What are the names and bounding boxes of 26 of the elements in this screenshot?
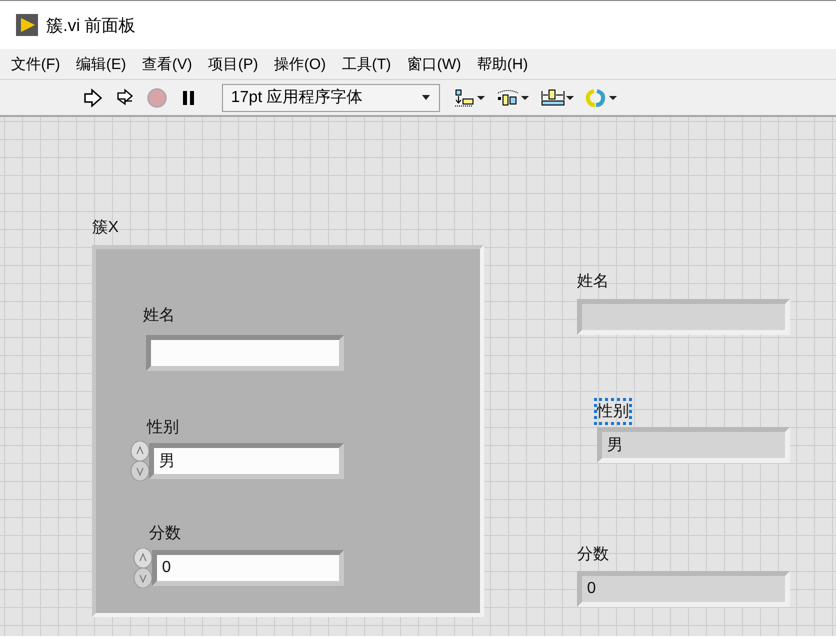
- text-field[interactable]: [146, 335, 344, 371]
- indicator-label: 分数: [576, 545, 610, 565]
- menu-item[interactable]: 帮助(H): [469, 54, 536, 74]
- menu-item[interactable]: 工具(T): [334, 54, 399, 74]
- control-label: 分数: [149, 524, 181, 544]
- font-dropdown[interactable]: 17pt 应用程序字体: [222, 84, 440, 112]
- control-label: 性别: [147, 418, 179, 438]
- indicator-field[interactable]: 男: [597, 427, 790, 463]
- stepper-control[interactable]: [130, 441, 150, 481]
- indicator-field[interactable]: 0: [577, 571, 790, 607]
- menu-item[interactable]: 文件(F): [3, 54, 68, 74]
- cluster-label: 簇X: [92, 218, 119, 238]
- menu-item[interactable]: 操作(O): [266, 54, 334, 74]
- indicator-label: 姓名: [576, 272, 610, 292]
- caret-icon: [421, 94, 431, 100]
- control-label: 姓名: [143, 306, 175, 326]
- ring-field[interactable]: 男: [149, 443, 344, 479]
- window-title: 簇.vi 前面板: [46, 14, 136, 36]
- menu-item[interactable]: 项目(P): [200, 54, 266, 74]
- indicator-field[interactable]: [577, 299, 790, 335]
- app-icon: [16, 14, 38, 36]
- menu-item[interactable]: 窗口(W): [398, 54, 470, 74]
- menu-item[interactable]: 查看(V): [134, 54, 200, 74]
- numeric-field[interactable]: 0: [152, 550, 344, 586]
- menu-item[interactable]: 编辑(E): [68, 54, 134, 74]
- stepper-control[interactable]: [133, 548, 153, 588]
